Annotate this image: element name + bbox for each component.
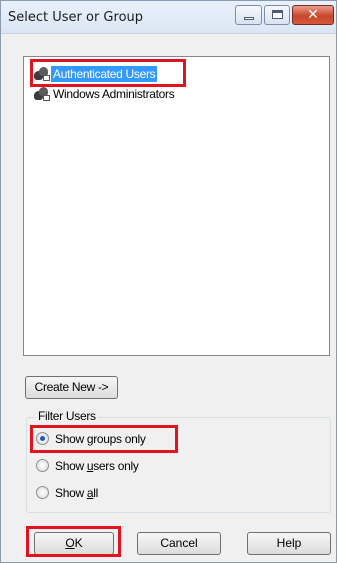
- help-button[interactable]: Help: [247, 532, 331, 555]
- annotation-highlight-selected-item: [30, 59, 186, 87]
- dialog-window: Select User or Group ✕ Authenticated Use…: [0, 0, 337, 563]
- title-bar[interactable]: Select User or Group ✕: [1, 1, 336, 34]
- radio-label: Show all: [55, 486, 98, 500]
- filter-users-title: Filter Users: [36, 409, 98, 423]
- close-button[interactable]: ✕: [292, 5, 334, 25]
- radio-unchecked-icon[interactable]: [36, 486, 49, 500]
- maximize-button[interactable]: [264, 5, 290, 25]
- radio-show-all[interactable]: Show all: [36, 484, 98, 502]
- radio-show-users-only[interactable]: Show users only: [36, 457, 139, 475]
- window-title: Select User or Group: [8, 10, 144, 25]
- list-item-windows-administrators[interactable]: Windows Administrators: [32, 86, 176, 102]
- maximize-icon: [272, 10, 283, 19]
- annotation-highlight-ok: [26, 526, 121, 557]
- minimize-icon: [244, 17, 254, 20]
- create-new-button[interactable]: Create New ->: [25, 376, 118, 399]
- list-item-label: Windows Administrators: [53, 87, 175, 101]
- user-group-icon: [32, 86, 51, 102]
- annotation-highlight-show-groups: [30, 425, 178, 453]
- radio-unchecked-icon[interactable]: [36, 459, 49, 473]
- radio-label: Show users only: [55, 459, 139, 473]
- user-group-list[interactable]: Authenticated Users Windows Administrato…: [23, 56, 330, 356]
- minimize-button[interactable]: [235, 5, 262, 25]
- cancel-button[interactable]: Cancel: [137, 532, 221, 555]
- close-icon: ✕: [307, 7, 319, 23]
